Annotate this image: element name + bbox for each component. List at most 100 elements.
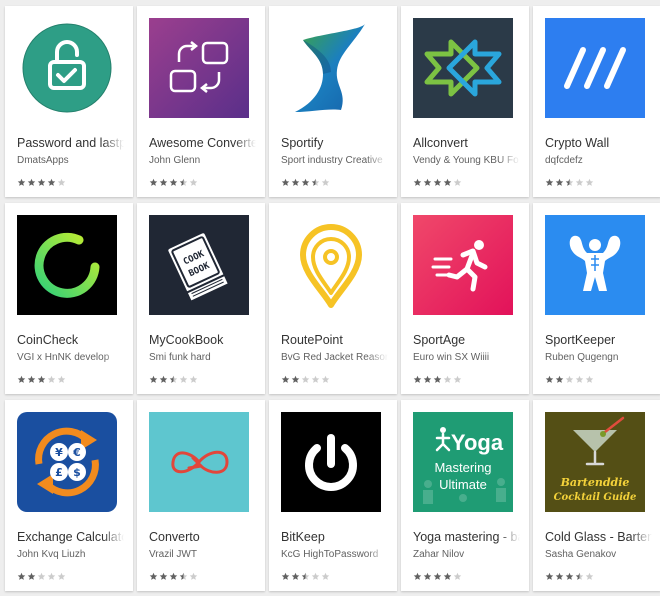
app-icon[interactable] xyxy=(281,215,381,315)
app-developer[interactable]: dqfcdefz xyxy=(545,155,652,168)
icon-line1-text: Bartenddie xyxy=(560,476,630,489)
app-icon[interactable] xyxy=(545,215,645,315)
app-developer[interactable]: Zahar Nilov xyxy=(413,549,520,562)
app-icon[interactable]: Bartenddie Cocktail Guide xyxy=(545,412,645,512)
app-icon[interactable] xyxy=(281,412,381,512)
app-icon[interactable]: COOK BOOK xyxy=(149,215,249,315)
star-rating xyxy=(545,375,594,385)
app-title[interactable]: Password and lastpass xyxy=(17,136,124,152)
svg-text:¥: ¥ xyxy=(55,446,63,459)
app-title[interactable]: RoutePoint xyxy=(281,333,388,349)
star-icon xyxy=(47,178,56,186)
app-icon[interactable] xyxy=(149,18,249,118)
app-card-mycookbook[interactable]: COOK BOOK MyCookBook Smi funk hard xyxy=(137,203,265,394)
star-icon xyxy=(27,572,36,580)
star-icon xyxy=(545,178,554,186)
star-icon xyxy=(423,572,432,580)
app-developer[interactable]: Smi funk hard xyxy=(149,352,256,365)
star-icon xyxy=(57,375,66,383)
app-card-converto[interactable]: Converto Vrazil JWT xyxy=(137,400,265,591)
star-rating xyxy=(17,178,66,188)
app-icon[interactable] xyxy=(413,215,513,315)
star-icon xyxy=(179,572,188,580)
app-title[interactable]: CoinCheck xyxy=(17,333,124,349)
app-card-exchange-calculator[interactable]: ¥ € £ $ Exchange Calculator John Kvq Liu… xyxy=(5,400,133,591)
icon-brand-text: Yoga xyxy=(451,430,504,455)
app-card-bitkeep[interactable]: BitKeep KcG HighToPassword xyxy=(269,400,397,591)
app-developer[interactable]: Vendy & Young KBU Fo xyxy=(413,155,520,168)
star-icon xyxy=(433,572,442,580)
app-card-crypto-wall[interactable]: Crypto Wall dqfcdefz xyxy=(533,6,660,197)
app-icon[interactable] xyxy=(545,18,645,118)
triple-slash-icon xyxy=(545,18,645,118)
app-developer[interactable]: Sasha Genakov xyxy=(545,549,652,562)
star-icon xyxy=(37,572,46,580)
app-title[interactable]: Cold Glass - Bartender xyxy=(545,530,652,546)
app-card-coincheck[interactable]: CoinCheck VGI x HnNK develop xyxy=(5,203,133,394)
star-icon xyxy=(179,178,188,186)
star-icon xyxy=(423,178,432,186)
app-developer[interactable]: John Kvq Liuzh xyxy=(17,549,124,562)
app-title[interactable]: Crypto Wall xyxy=(545,136,652,152)
star-icon xyxy=(443,375,452,383)
app-card-cold-glass-bartender[interactable]: Bartenddie Cocktail Guide Cold Glass - B… xyxy=(533,400,660,591)
star-icon xyxy=(301,178,310,186)
star-rating xyxy=(149,375,198,385)
star-icon xyxy=(545,375,554,383)
star-icon xyxy=(443,178,452,186)
app-icon[interactable] xyxy=(17,215,117,315)
star-icon xyxy=(37,375,46,383)
star-icon xyxy=(433,178,442,186)
app-title[interactable]: Awesome Converter xyxy=(149,136,256,152)
app-card-sportify[interactable]: Sportify Sport industry Creative xyxy=(269,6,397,197)
app-title[interactable]: Allconvert xyxy=(413,136,520,152)
star-icon xyxy=(169,572,178,580)
app-card-password-and-lastpass[interactable]: Password and lastpass DmatsApps xyxy=(5,6,133,197)
app-title[interactable]: SportKeeper xyxy=(545,333,652,349)
star-rating xyxy=(149,572,198,582)
app-title[interactable]: Yoga mastering - basic xyxy=(413,530,520,546)
app-title[interactable]: Exchange Calculator xyxy=(17,530,124,546)
star-icon xyxy=(565,178,574,186)
icon-line1-text: Mastering xyxy=(434,460,491,475)
app-title[interactable]: MyCookBook xyxy=(149,333,256,349)
app-icon[interactable] xyxy=(413,18,513,118)
app-icon[interactable] xyxy=(149,412,249,512)
app-developer[interactable]: KcG HighToPassword xyxy=(281,549,388,562)
star-icon xyxy=(169,178,178,186)
star-icon xyxy=(555,375,564,383)
app-developer[interactable]: Vrazil JWT xyxy=(149,549,256,562)
app-developer[interactable]: Euro win SX Wiiii xyxy=(413,352,520,365)
app-title[interactable]: Converto xyxy=(149,530,256,546)
app-card-sportkeeper[interactable]: SportKeeper Ruben Qugengn xyxy=(533,203,660,394)
star-icon xyxy=(433,375,442,383)
app-card-sportage[interactable]: SportAge Euro win SX Wiiii xyxy=(401,203,529,394)
star-icon xyxy=(189,572,198,580)
app-icon[interactable] xyxy=(281,18,381,118)
app-icon[interactable]: Yoga Mastering Ultimate xyxy=(413,412,513,512)
app-developer[interactable]: DmatsApps xyxy=(17,155,124,168)
app-icon[interactable]: ¥ € £ $ xyxy=(17,412,117,512)
app-title[interactable]: Sportify xyxy=(281,136,388,152)
app-card-awesome-converter[interactable]: Awesome Converter John Glenn xyxy=(137,6,265,197)
star-icon xyxy=(149,375,158,383)
app-card-routepoint[interactable]: RoutePoint BvG Red Jacket Reasor xyxy=(269,203,397,394)
star-icon xyxy=(281,375,290,383)
star-rating xyxy=(17,375,66,385)
star-rating xyxy=(281,375,330,385)
app-grid: Password and lastpass DmatsApps Awesome … xyxy=(0,0,660,596)
app-card-allconvert[interactable]: Allconvert Vendy & Young KBU Fo xyxy=(401,6,529,197)
star-icon xyxy=(311,572,320,580)
star-icon xyxy=(17,375,26,383)
app-title[interactable]: SportAge xyxy=(413,333,520,349)
app-icon[interactable] xyxy=(17,18,117,118)
app-developer[interactable]: VGI x HnNK develop xyxy=(17,352,124,365)
app-developer[interactable]: Ruben Qugengn xyxy=(545,352,652,365)
app-title[interactable]: BitKeep xyxy=(281,530,388,546)
app-developer[interactable]: John Glenn xyxy=(149,155,256,168)
app-card-yoga-mastering-basic[interactable]: Yoga Mastering Ultimate Yoga mastering -… xyxy=(401,400,529,591)
star-icon xyxy=(575,572,584,580)
app-developer[interactable]: BvG Red Jacket Reasor xyxy=(281,352,388,365)
app-developer[interactable]: Sport industry Creative xyxy=(281,155,388,168)
star-icon xyxy=(575,375,584,383)
